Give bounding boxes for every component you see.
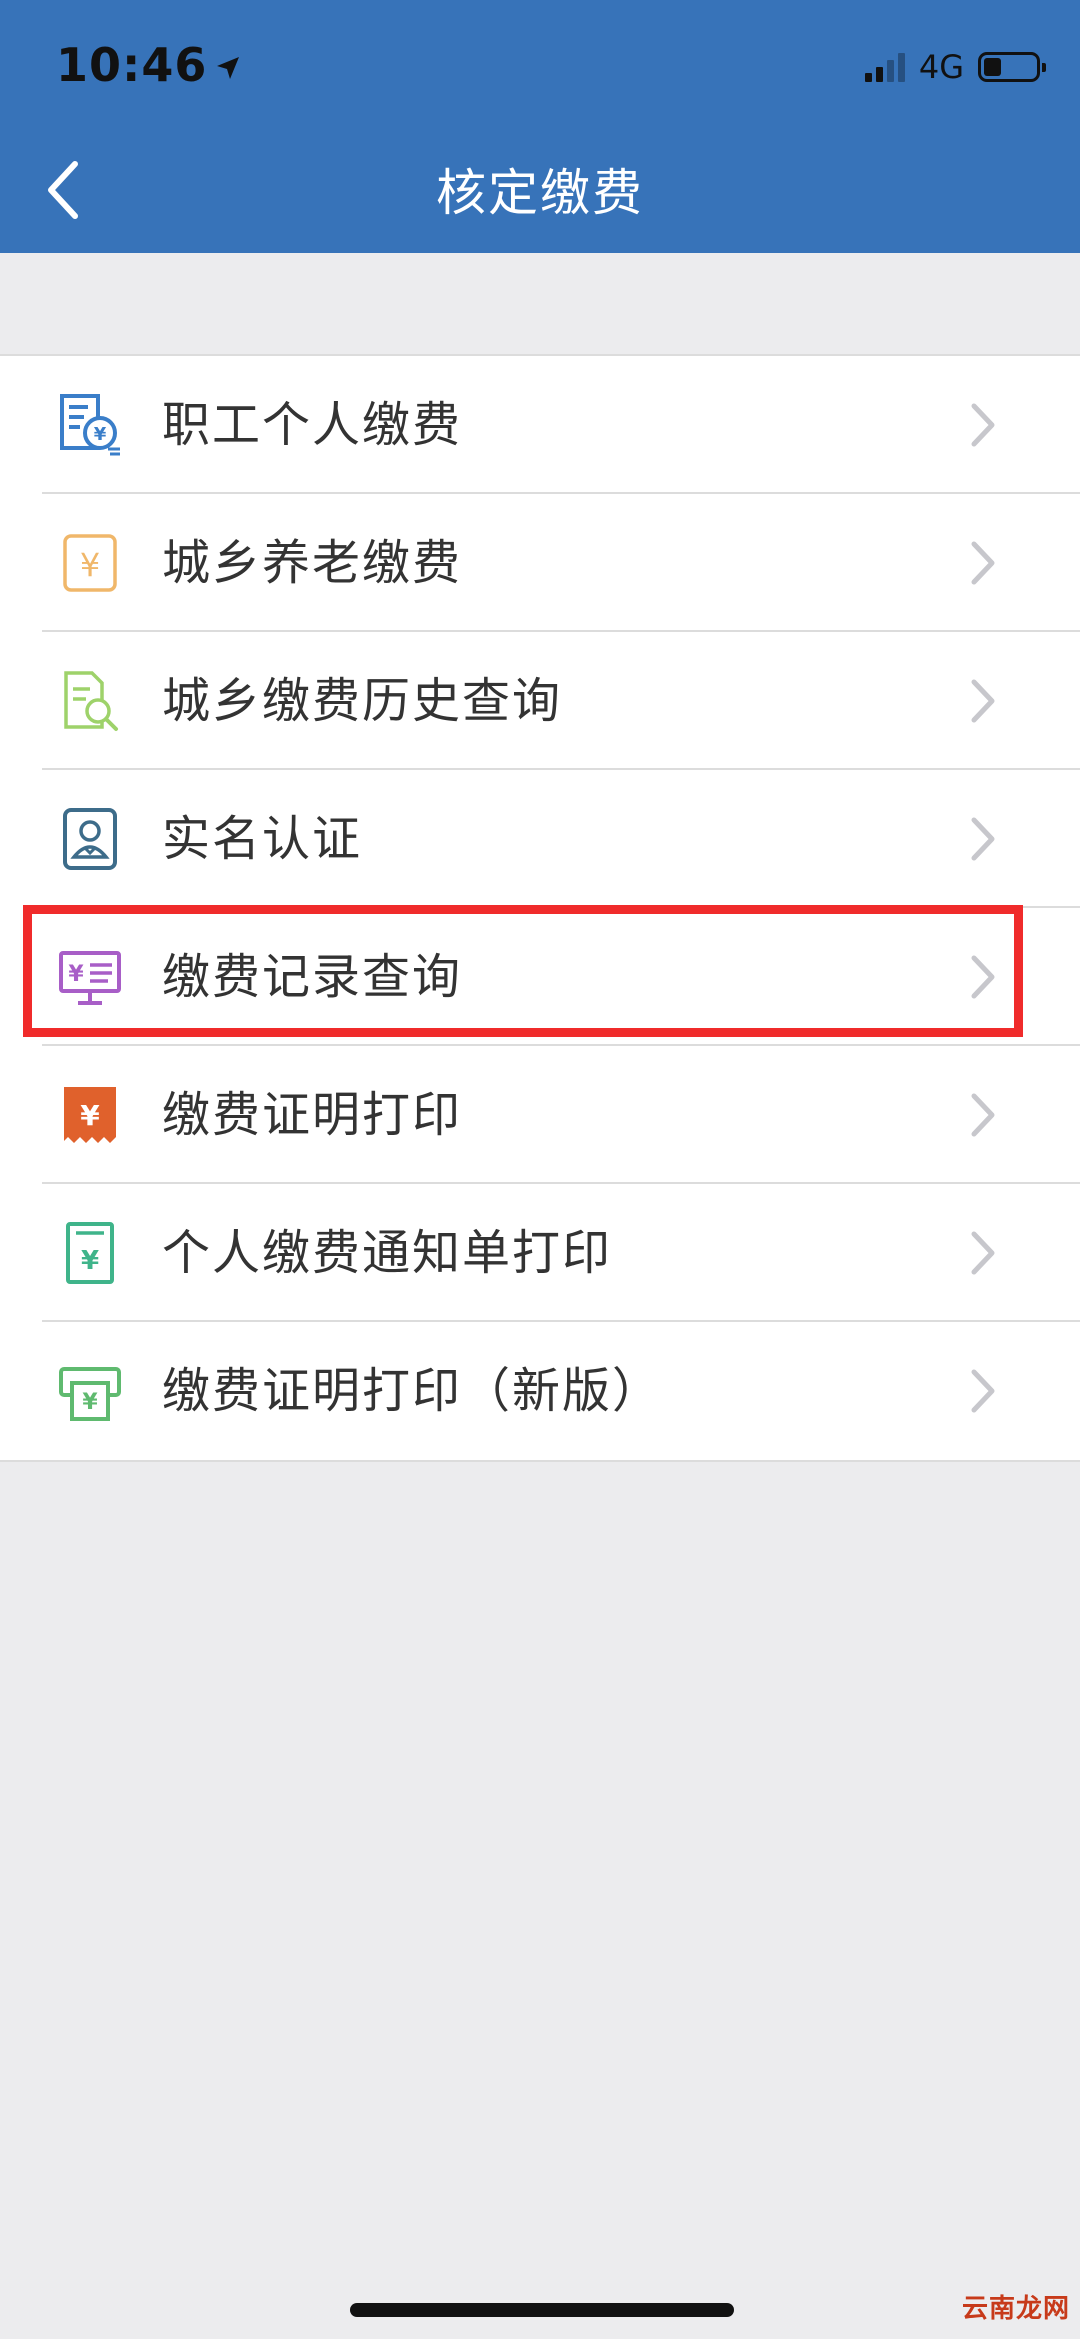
menu-item-history-query[interactable]: 城乡缴费历史查询 [0,632,1080,770]
menu-item-payment-record-query[interactable]: ¥ 缴费记录查询 [0,908,1080,1046]
status-time: 10:46 [56,38,241,92]
battery-icon [978,52,1046,82]
chevron-right-icon [971,679,995,723]
receipt-yuan-icon: ¥ [58,1083,122,1147]
status-indicators: 4G [864,48,1046,86]
chevron-right-icon [971,955,995,999]
network-type: 4G [918,48,964,86]
menu-item-label: 城乡养老缴费 [162,535,463,591]
employee-payment-icon: ¥ [58,393,122,457]
menu-item-label: 缴费证明打印 [162,1087,463,1143]
menu-item-label: 城乡缴费历史查询 [162,673,563,729]
payment-menu-list: ¥ 职工个人缴费 ¥ 城乡养老缴费 城乡缴费历史查询 实名认证 ¥ 缴费记录查询… [0,354,1080,1462]
app-header: 10:46 4G 核定缴费 [0,0,1080,253]
menu-item-label: 职工个人缴费 [162,397,463,453]
menu-item-payment-certificate-print-new[interactable]: ¥ 缴费证明打印（新版） [0,1322,1080,1460]
menu-item-pension-payment[interactable]: ¥ 城乡养老缴费 [0,494,1080,632]
chevron-right-icon [971,1231,995,1275]
page-title: 核定缴费 [436,164,644,222]
menu-item-payment-certificate-print[interactable]: ¥ 缴费证明打印 [0,1046,1080,1184]
svg-text:¥: ¥ [68,962,84,987]
id-verify-icon [58,807,122,871]
menu-item-label: 实名认证 [162,811,363,867]
notice-yuan-icon: ¥ [58,1221,122,1285]
chevron-right-icon [971,817,995,861]
location-arrow-icon [215,38,241,92]
svg-text:¥: ¥ [80,1099,100,1132]
menu-item-employee-payment[interactable]: ¥ 职工个人缴费 [0,356,1080,494]
menu-item-payment-notice-print[interactable]: ¥ 个人缴费通知单打印 [0,1184,1080,1322]
svg-text:¥: ¥ [94,424,107,445]
chevron-right-icon [971,1093,995,1137]
menu-item-real-name-verify[interactable]: 实名认证 [0,770,1080,908]
pension-yuan-icon: ¥ [58,531,122,595]
chevron-right-icon [971,541,995,585]
menu-item-label: 缴费记录查询 [162,949,463,1005]
svg-text:¥: ¥ [82,1390,98,1415]
watermark: 云南龙网 [961,2294,1070,2324]
chevron-right-icon [971,403,995,447]
print-yuan-icon: ¥ [58,1359,122,1423]
signal-strength-icon [864,52,905,82]
time-text: 10:46 [56,38,208,92]
svg-text:¥: ¥ [80,546,100,584]
menu-item-label: 个人缴费通知单打印 [162,1225,613,1281]
svg-text:¥: ¥ [81,1246,99,1276]
menu-item-label: 缴费证明打印（新版） [162,1363,663,1419]
chevron-right-icon [971,1369,995,1413]
monitor-yuan-icon: ¥ [58,945,122,1009]
home-indicator[interactable] [350,2303,734,2317]
history-search-icon [58,669,122,733]
